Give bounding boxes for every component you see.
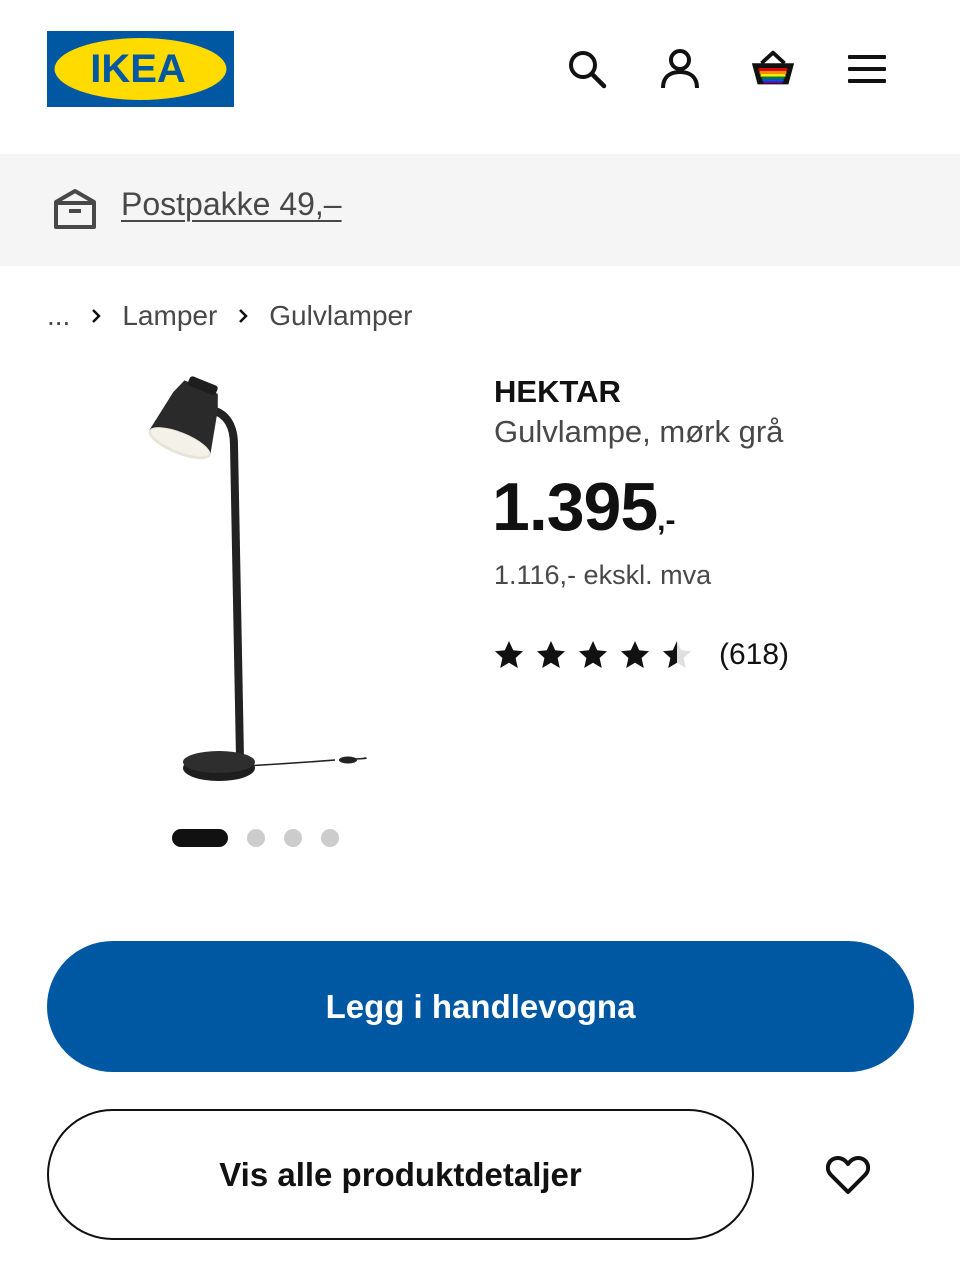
breadcrumb: ... Lamper Gulvlamper xyxy=(47,296,412,336)
price-integer: 1.395 xyxy=(492,469,658,545)
price-suffix: ,- xyxy=(657,504,676,537)
chevron-right-icon xyxy=(90,308,102,324)
product-name: HEKTAR xyxy=(494,374,621,409)
star-half-icon xyxy=(663,641,691,668)
breadcrumb-ellipsis[interactable]: ... xyxy=(47,300,70,332)
carousel-dot-3[interactable] xyxy=(284,829,302,847)
logo-text: IKEA xyxy=(90,47,186,91)
breadcrumb-gulvlamper[interactable]: Gulvlamper xyxy=(269,300,412,332)
ikea-logo[interactable]: IKEA xyxy=(47,31,234,107)
basket-icon[interactable] xyxy=(749,45,797,93)
delivery-price-link[interactable]: Postpakke 49,– xyxy=(121,186,342,223)
star-full-icon xyxy=(537,641,565,668)
menu-icon[interactable] xyxy=(843,45,891,93)
heart-icon[interactable] xyxy=(820,1147,876,1203)
delivery-box-icon xyxy=(53,188,97,235)
carousel-dot-1[interactable] xyxy=(172,829,228,847)
add-to-cart-button[interactable]: Legg i handlevogna xyxy=(47,941,914,1072)
star-full-icon xyxy=(579,641,607,668)
rating-count: (618) xyxy=(719,638,790,671)
account-icon[interactable] xyxy=(656,45,704,93)
carousel-dot-4[interactable] xyxy=(321,829,339,847)
carousel-dot-2[interactable] xyxy=(247,829,265,847)
product-rating[interactable]: (618) xyxy=(493,634,789,676)
floor-lamp-image[interactable] xyxy=(120,370,470,800)
product-description: Gulvlampe, mørk grå xyxy=(494,414,784,449)
breadcrumb-lamper[interactable]: Lamper xyxy=(122,300,217,332)
show-product-details-button[interactable]: Vis alle produktdetaljer xyxy=(47,1109,754,1240)
chevron-right-icon xyxy=(237,308,249,324)
star-full-icon xyxy=(621,641,649,668)
product-price: 1.395 ,- xyxy=(492,468,676,546)
image-carousel-dots xyxy=(172,828,339,848)
site-header: IKEA xyxy=(0,0,960,154)
search-icon[interactable] xyxy=(563,45,611,93)
star-full-icon xyxy=(495,641,523,668)
price-excluding-vat: 1.116,- ekskl. mva xyxy=(494,560,712,590)
